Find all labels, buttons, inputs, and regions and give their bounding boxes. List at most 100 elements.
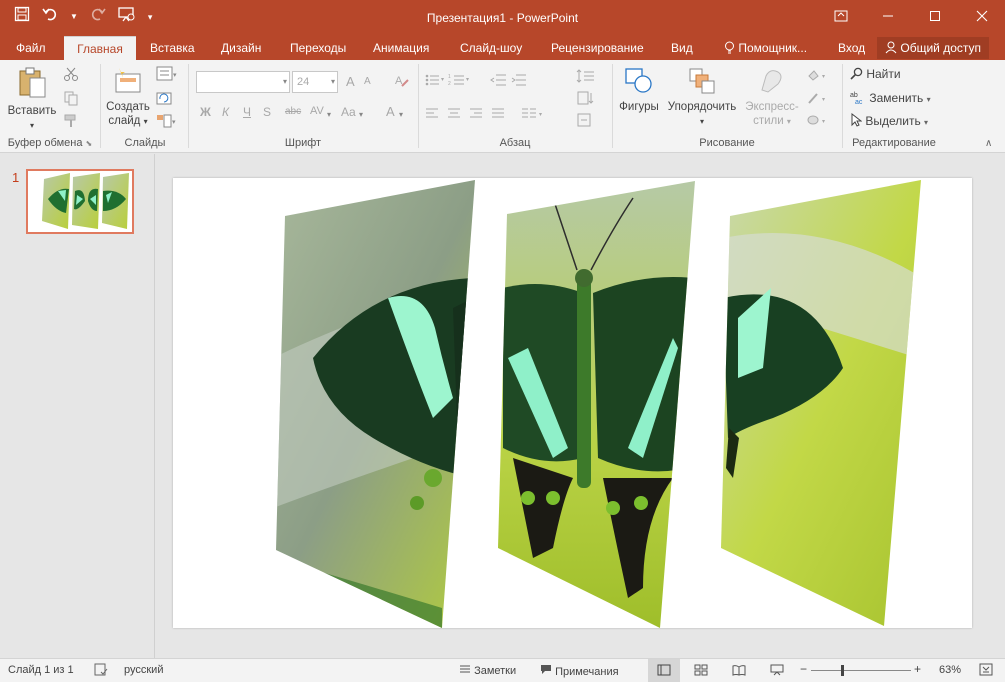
shape-outline-icon[interactable]: ▾ [806,91,834,108]
close-icon[interactable] [958,0,1005,34]
decrease-font-size-button[interactable]: A [364,76,371,87]
font-size-dropdown-icon[interactable]: ▾ [331,77,335,86]
notes-label: Заметки [474,665,517,677]
image-panel-left[interactable] [263,178,483,628]
svg-text:ac: ac [855,99,863,104]
bold-button[interactable]: Ж [200,105,211,119]
format-painter-icon[interactable] [63,113,79,132]
text-direction-icon[interactable] [576,90,596,109]
reading-view-icon[interactable] [732,664,746,679]
lightbulb-icon [724,41,738,55]
slide-counter[interactable]: Слайд 1 из 1 [8,664,74,676]
font-name-dropdown-icon[interactable]: ▾ [283,77,287,86]
arrange-label: Упорядочить [667,101,737,113]
slide-sorter-icon[interactable] [694,664,708,679]
reset-icon[interactable] [156,90,172,109]
select-dropdown-icon: ▾ [924,118,929,127]
svg-text:▾: ▾ [441,77,444,83]
paste-button[interactable]: Вставить ▾ [6,66,58,133]
sign-in-link[interactable]: Вход [832,36,871,60]
clipboard-group-text: Буфер обмена [7,137,83,149]
bullets-icon[interactable]: ▾ 1 2 ▾ [424,72,484,91]
layout-icon[interactable]: ▾ [156,66,178,85]
share-button[interactable]: Общий доступ [877,37,989,59]
select-button[interactable]: Выделить ▾ [850,112,929,128]
tab-tell-me[interactable]: Помощник... [718,36,813,60]
character-spacing-button[interactable]: AV [310,105,324,117]
slideshow-view-icon[interactable] [770,664,784,679]
normal-view-icon[interactable] [648,659,680,682]
find-label: Найти [866,67,901,81]
find-button[interactable]: Найти [850,67,901,81]
replace-button[interactable]: ab ac Заменить ▾ [850,90,931,106]
cursor-icon [850,112,865,128]
line-spacing-icon[interactable] [576,68,598,87]
change-case-button[interactable]: Aa [341,105,356,119]
shadow-button[interactable]: S [263,105,271,119]
clear-formatting-icon[interactable]: A [394,72,410,91]
zoom-out-button[interactable]: − [800,662,807,676]
fit-slide-icon[interactable] [979,663,993,679]
alignment-icons[interactable]: ▾ [424,106,564,125]
dialog-launcher-icon[interactable]: ⬊ [86,139,93,148]
comment-icon [540,665,555,678]
language-indicator[interactable]: русский [124,664,163,676]
tell-me-label: Помощник... [738,41,808,55]
image-panel-center[interactable] [493,178,703,628]
comments-button[interactable]: Примечания [540,664,619,678]
svg-text:▾: ▾ [173,72,177,79]
section-icon[interactable]: ▾ [156,113,178,132]
shapes-button[interactable]: Фигуры [616,66,662,114]
indent-icons[interactable] [490,72,530,91]
copy-icon[interactable] [63,90,79,109]
tab-insert[interactable]: Вставка [144,36,201,60]
quick-styles-button[interactable]: Экспресс- стили ▾ [740,66,804,129]
tab-transitions[interactable]: Переходы [284,36,352,60]
editing-group-label: Редактирование [852,137,936,149]
zoom-level[interactable]: 63% [939,664,961,676]
shape-fill-icon[interactable]: ▾ [806,68,834,85]
butterfly-image-group[interactable] [173,178,972,628]
select-label: Выделить [865,114,921,128]
font-color-dropdown-icon[interactable]: ▾ [399,110,403,119]
minimize-icon[interactable] [864,0,911,34]
spacing-dropdown-icon[interactable]: ▾ [327,110,331,119]
underline-button[interactable]: Ч [243,105,251,119]
strikethrough-button[interactable]: abc [285,106,301,117]
slide-thumbnail[interactable] [26,169,134,234]
new-slide-label-2: слайд [108,115,141,127]
cut-icon[interactable] [63,66,79,85]
tab-slideshow[interactable]: Слайд-шоу [454,36,528,60]
tab-review[interactable]: Рецензирование [545,36,650,60]
notes-button[interactable]: Заметки [459,664,516,677]
notes-icon [459,665,474,677]
zoom-slider-thumb[interactable] [841,665,844,676]
svg-text:▾: ▾ [539,112,542,118]
font-color-button[interactable]: A [386,104,395,119]
tab-file[interactable]: Файл [10,36,52,60]
replace-dropdown-icon: ▾ [926,95,931,104]
new-slide-button[interactable]: Создать слайд ▾ [104,66,152,129]
window-controls [817,0,1005,34]
spell-check-icon[interactable] [94,663,108,679]
case-dropdown-icon[interactable]: ▾ [359,110,363,119]
shape-effects-icon[interactable]: ▾ [806,113,834,130]
arrange-button[interactable]: Упорядочить ▾ [664,66,740,129]
tab-home[interactable]: Главная [64,36,136,60]
clipboard-group-label: Буфер обмена ⬊ [2,137,98,149]
tab-design[interactable]: Дизайн [215,36,267,60]
increase-font-size-button[interactable]: A [346,74,355,89]
slide-canvas[interactable] [173,178,972,628]
collapse-ribbon-icon[interactable]: ∧ [985,138,992,149]
zoom-in-button[interactable]: + [914,662,921,676]
font-name-combo[interactable] [196,71,290,93]
italic-button[interactable]: К [222,105,229,119]
zoom-slider[interactable] [811,665,911,676]
image-panel-right[interactable] [713,178,933,628]
maximize-icon[interactable] [911,0,958,34]
tab-animations[interactable]: Анимация [367,36,435,60]
svg-text:ab: ab [850,92,858,99]
align-text-icon[interactable] [576,112,596,131]
tab-view[interactable]: Вид [665,36,699,60]
ribbon-display-options-icon[interactable] [817,0,864,34]
